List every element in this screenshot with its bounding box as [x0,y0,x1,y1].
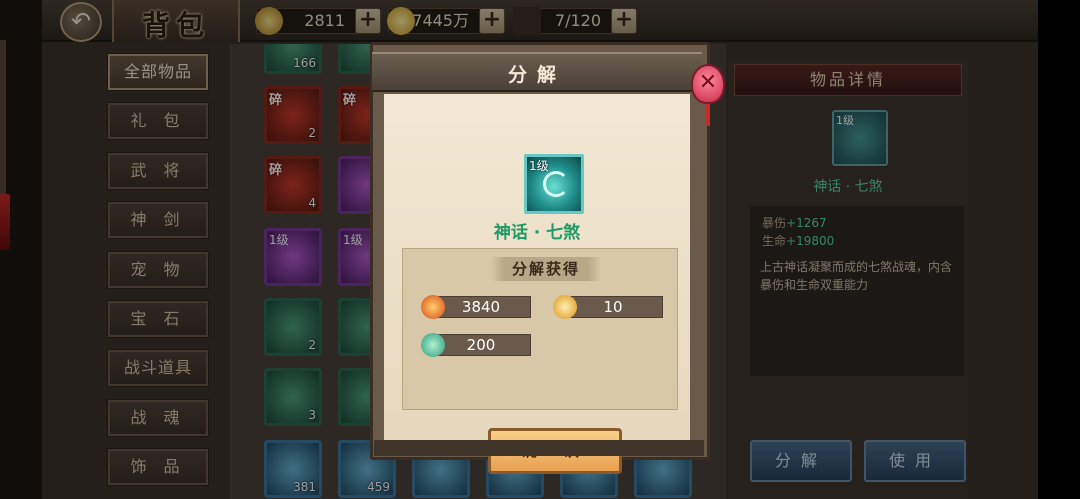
reward-value: 3840 [431,296,531,318]
decompose-item-icon: 1级 [524,154,584,214]
reward-title: 分解获得 [491,257,601,281]
close-button[interactable]: ✕ [691,64,725,104]
decompose-dialog: 分解 1级 神话 · 七煞 分解获得 3840 10 200 确 认 ✕ [370,42,725,474]
close-tassel [706,104,710,126]
soul-swirl-icon [543,171,569,197]
reward-value: 10 [563,296,663,318]
decompose-item-level: 1级 [529,159,549,173]
dialog-title: 分解 [507,64,566,86]
decompose-item-name: 神话 · 七煞 [493,223,581,243]
dialog-bottom-edge [374,440,704,456]
dialog-body: 1级 神话 · 七煞 分解获得 3840 10 200 确 认 [384,94,690,474]
reward-item: 200 [421,333,531,357]
reward-box: 分解获得 3840 10 200 [402,248,678,410]
reward-item: 3840 [421,295,531,319]
close-icon: ✕ [698,70,718,95]
reward-value: 200 [431,334,531,356]
soul-crystal-icon [553,295,577,319]
reward-item: 10 [553,295,663,319]
jade-orb-icon [421,333,445,357]
soul-fire-icon [421,295,445,319]
dialog-header: 分解 [372,52,702,92]
